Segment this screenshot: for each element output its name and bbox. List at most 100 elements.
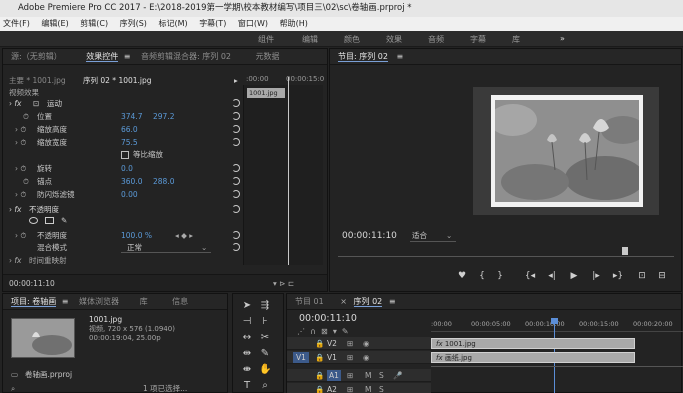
filter-icon[interactable]: ▾ ⊳ ⊏ xyxy=(273,278,294,289)
rate-stretch-icon[interactable]: ↔ xyxy=(241,332,253,344)
tab-audio-mixer[interactable]: 音频剪辑混合器: 序列 02 xyxy=(141,52,231,61)
prop-flicker-value[interactable]: 0.00 xyxy=(121,189,138,200)
zoom-tool-icon[interactable]: ⌕ xyxy=(259,380,271,392)
clip-v1[interactable]: fx 画纸.jpg xyxy=(431,352,635,363)
track-header-v1[interactable]: V1 🔒 V1 ⊞ ◉ xyxy=(287,351,431,364)
step-back-icon[interactable]: ◂| xyxy=(546,271,558,281)
lock-icon[interactable]: 🔒 xyxy=(315,338,324,349)
ws-libraries[interactable]: 库 xyxy=(512,34,520,45)
panel-menu-icon[interactable]: ≡ xyxy=(124,52,131,61)
sync-icon[interactable]: ⊞ xyxy=(347,352,353,363)
rotation-expand-icon[interactable]: › ⏱ xyxy=(15,163,26,174)
solo-button[interactable]: S xyxy=(379,370,384,381)
menu-title[interactable]: 字幕(T) xyxy=(199,19,226,28)
anchor-stopwatch-icon[interactable]: ⏱ xyxy=(23,176,29,187)
prop-scale-height-value[interactable]: 66.0 xyxy=(121,124,138,135)
prop-anchor-x[interactable]: 360.0 xyxy=(121,176,142,187)
marker-icon[interactable]: ♥ xyxy=(456,271,468,281)
program-scrub-bar[interactable] xyxy=(338,247,674,257)
tab-source[interactable]: 源:（无剪辑） xyxy=(11,52,62,61)
opacity-stopwatch-icon[interactable]: › ⏱ xyxy=(15,230,26,241)
scale-height-reset-icon[interactable] xyxy=(232,125,240,133)
tab-info[interactable]: 信息 xyxy=(172,297,188,306)
program-playhead[interactable] xyxy=(622,247,628,255)
type-tool-icon[interactable]: T xyxy=(241,380,253,392)
menu-help[interactable]: 帮助(H) xyxy=(280,19,308,28)
keyframe-nav-icon[interactable]: ◂ ◆ ▸ xyxy=(175,230,193,241)
mark-in-icon[interactable]: { xyxy=(476,271,488,281)
tab-effect-controls[interactable]: 效果控件 xyxy=(86,52,119,62)
menu-sequence[interactable]: 序列(S) xyxy=(120,19,147,28)
mini-timeline[interactable]: 1001.jpg xyxy=(243,77,323,265)
opacity-expand-icon[interactable]: › fx xyxy=(9,204,21,215)
extract-icon[interactable]: ⊟ xyxy=(656,271,668,281)
mic-icon[interactable]: 🎤 xyxy=(393,370,402,381)
pen-mask-icon[interactable]: ✎ xyxy=(61,215,67,226)
scale-height-expand-icon[interactable]: › ⏱ xyxy=(15,124,26,135)
razor-tool-icon[interactable]: ✂ xyxy=(259,332,271,344)
scale-width-reset-icon[interactable] xyxy=(232,138,240,146)
opacity-reset-icon[interactable] xyxy=(232,205,240,213)
track-select-tool-icon[interactable]: ⇶ xyxy=(259,300,271,312)
program-title[interactable]: 节目: 序列 02 xyxy=(338,52,388,62)
hand-tool-icon[interactable]: ✋ xyxy=(259,364,271,376)
anchor-reset-icon[interactable] xyxy=(232,177,240,185)
blend-reset-icon[interactable] xyxy=(232,243,240,251)
mark-out-icon[interactable]: } xyxy=(494,271,506,281)
pen-tool-icon[interactable]: ✎ xyxy=(259,348,271,360)
ws-effects[interactable]: 效果 xyxy=(386,34,402,45)
sync-icon[interactable]: ⊞ xyxy=(347,338,353,349)
go-to-in-icon[interactable]: {◂ xyxy=(524,271,536,281)
flicker-expand-icon[interactable]: › ⏱ xyxy=(15,189,26,200)
sync-icon[interactable]: ⊞ xyxy=(347,384,353,393)
clip-thumbnail[interactable] xyxy=(11,318,75,358)
slide-tool-icon[interactable]: ⇼ xyxy=(241,364,253,376)
tab-sequence-02[interactable]: 序列 02 xyxy=(353,297,383,307)
mute-button[interactable]: M xyxy=(365,384,371,393)
tab-metadata[interactable]: 元数据 xyxy=(256,52,280,61)
fit-select[interactable]: 适合 ⌄ xyxy=(410,230,456,242)
prop-scale-width-value[interactable]: 75.5 xyxy=(121,137,138,148)
tab-libraries[interactable]: 库 xyxy=(140,297,148,306)
tab-sequence-01[interactable]: 节目 01 xyxy=(295,297,324,306)
ws-assembly[interactable]: 组件 xyxy=(258,34,274,45)
ellipse-mask-icon[interactable] xyxy=(29,217,38,224)
motion-transform-icon[interactable]: ⊡ xyxy=(33,98,39,109)
tab-project[interactable]: 项目: 卷轴画 xyxy=(11,297,57,307)
lift-icon[interactable]: ⊡ xyxy=(636,271,648,281)
mini-playhead[interactable] xyxy=(288,77,289,265)
lock-icon[interactable]: 🔒 xyxy=(315,384,324,393)
eye-icon[interactable]: ◉ xyxy=(363,338,370,349)
sync-icon[interactable]: ⊞ xyxy=(347,370,353,381)
rect-mask-icon[interactable] xyxy=(45,217,54,224)
menu-clip[interactable]: 剪辑(C) xyxy=(80,19,108,28)
rotation-reset-icon[interactable] xyxy=(232,164,240,172)
track-header-a2[interactable]: 🔒 A2 ⊞ M S xyxy=(287,383,431,393)
ws-editing[interactable]: 编辑 xyxy=(302,34,318,45)
scale-width-expand-icon[interactable]: › ⏱ xyxy=(15,137,26,148)
timeline-menu-icon[interactable]: ≡ xyxy=(389,297,396,306)
clip-v2[interactable]: fx 1001.jpg xyxy=(431,338,635,349)
master-clip-label[interactable]: 主要 * 1001.jpg xyxy=(9,75,66,86)
project-menu-icon[interactable]: ≡ xyxy=(62,297,69,306)
menu-marker[interactable]: 标记(M) xyxy=(158,19,187,28)
search-icon[interactable]: ⌕ xyxy=(11,383,15,393)
play-only-icon[interactable]: ▸ xyxy=(234,75,238,86)
rolling-edit-icon[interactable]: ⊦ xyxy=(259,316,271,328)
motion-expand-icon[interactable]: › fx xyxy=(9,98,21,109)
solo-button[interactable]: S xyxy=(379,384,384,393)
eye-icon[interactable]: ◉ xyxy=(363,352,370,363)
menu-window[interactable]: 窗口(W) xyxy=(238,19,268,28)
ripple-edit-icon[interactable]: ⊣ xyxy=(241,316,253,328)
prop-rotation-value[interactable]: 0.0 xyxy=(121,163,133,174)
prop-anchor-y[interactable]: 288.0 xyxy=(153,176,174,187)
prop-opacity-value[interactable]: 100.0 % xyxy=(121,230,152,241)
selection-tool-icon[interactable]: ➤ xyxy=(241,300,253,312)
source-patch-v1[interactable]: V1 xyxy=(293,352,309,363)
blend-mode-select[interactable]: 正常 ⌄ xyxy=(121,242,211,253)
sequence-clip-label[interactable]: 序列 02 * 1001.jpg xyxy=(83,75,152,86)
mini-clip[interactable]: 1001.jpg xyxy=(247,88,285,98)
ws-titles[interactable]: 字幕 xyxy=(470,34,486,45)
ws-color[interactable]: 颜色 xyxy=(344,34,360,45)
playhead-handle[interactable] xyxy=(551,318,558,324)
